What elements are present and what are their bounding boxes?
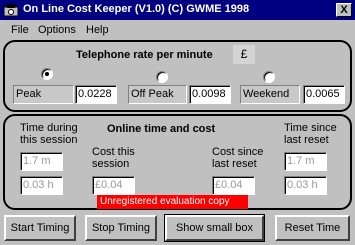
reset-cost-field: £0.04 (212, 176, 255, 195)
reset-time-label-line1: Time since (284, 122, 337, 134)
reset-minutes-field: 1.7 m (284, 152, 327, 171)
reset-cost-label-line1: Cost since (212, 146, 264, 158)
offpeak-radio[interactable] (156, 71, 168, 83)
weekend-rate-field[interactable]: 0.0065 (303, 85, 345, 104)
reset-time-label-line2: last reset (284, 134, 329, 146)
menu-options[interactable]: Options (38, 24, 76, 36)
weekend-label: Weekend (240, 85, 300, 104)
session-minutes-field: 1.7 m (20, 152, 63, 171)
rates-heading: Telephone rate per minute (76, 49, 213, 61)
menu-file[interactable]: File (11, 24, 29, 36)
weekend-radio[interactable] (263, 71, 275, 83)
session-cost-label-line2: session (92, 158, 130, 170)
reset-cost-label-line2: last reset (212, 158, 257, 170)
menu-bar: File Options Help (0, 21, 355, 40)
title-bar: On Line Cost Keeper (V1.0) (C) GWME 1998… (0, 0, 355, 20)
peak-rate-field[interactable]: 0.0228 (75, 85, 117, 104)
session-time-label-line2: this session (20, 134, 78, 146)
peak-label: Peak (13, 85, 74, 104)
show-small-box-button[interactable]: Show small box (164, 214, 265, 242)
reset-hours-field: 0.03 h (284, 176, 327, 195)
session-cost-label-line1: Cost this (92, 146, 135, 158)
session-time-label-line1: Time during (20, 122, 78, 134)
stats-heading: Online time and cost (107, 123, 216, 135)
stop-timing-button[interactable]: Stop Timing (85, 215, 157, 241)
currency-button[interactable]: £ (233, 45, 255, 64)
session-cost-field: £0.04 (92, 176, 135, 195)
offpeak-rate-field[interactable]: 0.0098 (189, 85, 231, 104)
session-hours-field: 0.03 h (20, 176, 63, 195)
offpeak-label: Off Peak (128, 85, 187, 104)
window-title: On Line Cost Keeper (V1.0) (C) GWME 1998 (23, 3, 250, 15)
start-timing-button[interactable]: Start Timing (4, 215, 76, 241)
menu-help[interactable]: Help (86, 24, 109, 36)
reset-time-button[interactable]: Reset Time (275, 215, 350, 241)
peak-radio[interactable] (41, 68, 53, 80)
close-button[interactable]: X (336, 3, 352, 17)
unregistered-notice: Unregistered evaluation copy (97, 195, 248, 209)
phone-app-icon (3, 4, 19, 17)
